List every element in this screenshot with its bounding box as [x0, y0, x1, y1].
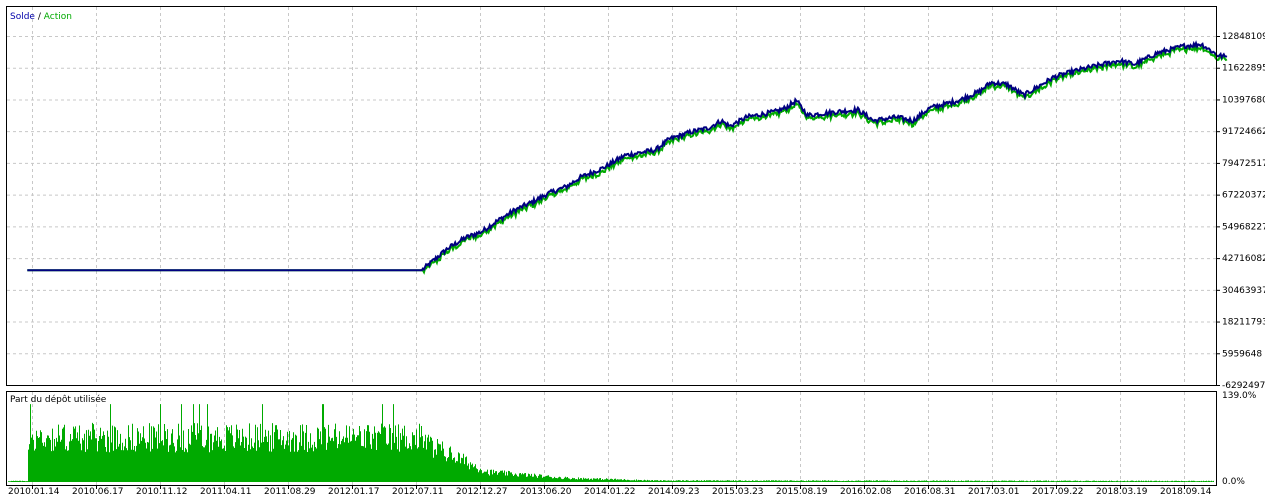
y-tick-label: 5959648	[1222, 349, 1262, 359]
y-tick-label: -6292497	[1222, 381, 1265, 391]
chart-root: 12848109 11622895 10397680 91724662 79472517…	[0, 0, 1265, 502]
x-tick-label: 2015.08.19	[776, 487, 828, 497]
x-tick-label: 2017.09.22	[1032, 487, 1084, 497]
x-tick-label: 2018.09.14	[1160, 487, 1212, 497]
y-tick-label: 79472517	[1222, 159, 1265, 169]
legend-action: Action	[44, 12, 72, 22]
legend: Solde / Action	[10, 12, 72, 22]
x-tick-label: 2016.08.31	[904, 487, 956, 497]
y-tick-label: 18211793	[1222, 318, 1265, 328]
sub-title: Part du dépôt utilisée	[10, 394, 107, 405]
x-tick-label: 2010.11.12	[136, 487, 188, 497]
x-tick-label: 2010.06.17	[72, 487, 124, 497]
x-tick-label: 2017.03.01	[968, 487, 1020, 497]
x-tick-label: 2012.12.27	[456, 487, 508, 497]
x-tick-label: 2012.01.17	[328, 487, 380, 497]
y-tick-label: 11622895	[1222, 64, 1265, 74]
y-tick-label: 42716082	[1222, 254, 1265, 264]
x-tick-label: 2014.09.23	[648, 487, 700, 497]
x-tick-label: 2012.07.11	[392, 487, 444, 497]
legend-separator: /	[35, 12, 44, 22]
y-tick-label: 67220372	[1222, 191, 1265, 201]
legend-solde: Solde	[10, 12, 35, 22]
sub-y-tick-label: 0.0%	[1222, 477, 1245, 487]
x-tick-label: 2013.06.20	[520, 487, 572, 497]
y-tick-label: 10397680	[1222, 95, 1265, 105]
y-tick-label: 54968227	[1222, 222, 1265, 232]
x-tick-label: 2011.04.11	[200, 487, 252, 497]
y-tick-label: 30463937	[1222, 286, 1265, 296]
x-tick-label: 2016.02.08	[840, 487, 892, 497]
x-tick-label: 2010.01.14	[8, 487, 60, 497]
y-tick-label: 91724662	[1222, 127, 1265, 137]
x-tick-label: 2011.08.29	[264, 487, 316, 497]
x-tick-label: 2015.03.23	[712, 487, 764, 497]
x-tick-label: 2014.01.22	[584, 487, 636, 497]
background	[0, 0, 1265, 502]
y-tick-label: 12848109	[1222, 32, 1265, 42]
sub-y-tick-label: 139.0%	[1222, 391, 1257, 401]
x-tick-label: 2018.03.19	[1096, 487, 1148, 497]
